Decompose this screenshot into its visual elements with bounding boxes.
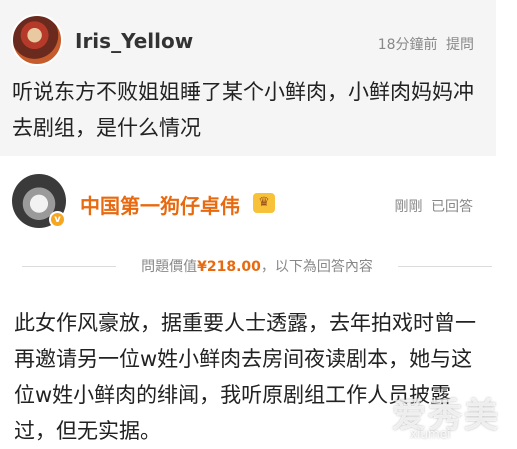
price-label: 問題價值 <box>141 259 198 275</box>
price-text: 問題價值¥218.00，以下為回答內容 <box>116 256 398 276</box>
divider-right <box>398 266 492 267</box>
question-card: Iris_Yellow 18分鐘前 提問 听说东方不败姐姐睡了某个小鲜肉，小鲜肉… <box>0 0 496 156</box>
answerer-name[interactable]: 中国第一狗仔卓伟 <box>80 190 240 219</box>
answer-time: 剛剛 <box>394 199 423 215</box>
price-amount: ¥218.00 <box>197 259 261 275</box>
question-tag: 提問 <box>446 37 474 53</box>
answer-status: 已回答 <box>431 199 473 215</box>
asker-avatar[interactable] <box>11 14 63 66</box>
verified-icon: v <box>49 211 66 228</box>
site-watermark-sub: xiumei <box>410 427 451 441</box>
asker-name[interactable]: Iris_Yellow <box>75 29 193 53</box>
weibo-qa-screen: Iris_Yellow 18分鐘前 提問 听说东方不败姐姐睡了某个小鲜肉，小鲜肉… <box>0 0 517 449</box>
price-suffix: ，以下為回答內容 <box>260 259 373 275</box>
question-text: 听说东方不败姐姐睡了某个小鲜肉，小鲜肉妈妈冲去剧组，是什么情况 <box>12 80 474 140</box>
crown-icon: ♛ <box>253 193 275 213</box>
question-time: 18分鐘前 <box>377 37 438 53</box>
question-price-row: 問題價值¥218.00，以下為回答內容 <box>22 253 492 279</box>
question-meta: 18分鐘前 提問 <box>374 34 474 54</box>
divider-left <box>22 266 116 267</box>
answer-meta: 剛剛 已回答 <box>391 196 473 216</box>
